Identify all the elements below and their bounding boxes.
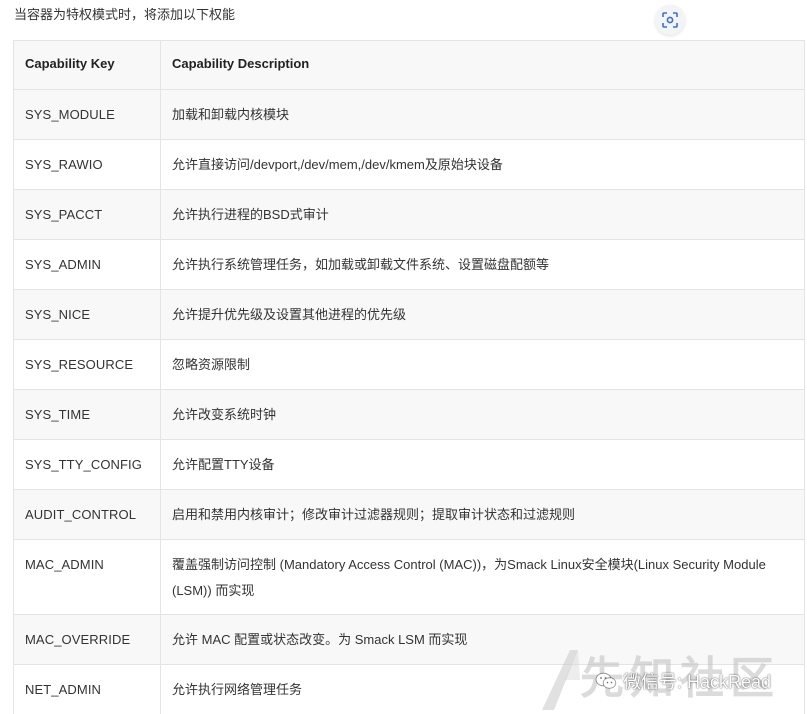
scan-button[interactable]	[655, 5, 685, 35]
capability-key: NET_ADMIN	[13, 664, 161, 714]
intro-text: 当容器为特权模式时，将添加以下权能	[14, 7, 236, 22]
capability-description: 允许直接访问/devport,/dev/mem,/dev/kmem及原始块设备	[160, 139, 805, 190]
capability-description: 忽略资源限制	[160, 339, 805, 390]
capability-key: SYS_MODULE	[13, 89, 161, 140]
capability-table: Capability Key Capability Description SY…	[13, 40, 805, 714]
scan-icon	[662, 12, 678, 28]
capability-key: SYS_ADMIN	[13, 239, 161, 290]
capability-key: SYS_TIME	[13, 389, 161, 440]
capability-description: 允许提升优先级及设置其他进程的优先级	[160, 289, 805, 340]
capability-description: 允许执行进程的BSD式审计	[160, 189, 805, 240]
header-capability-description: Capability Description	[160, 40, 805, 90]
capability-key: AUDIT_CONTROL	[13, 489, 161, 540]
table-row: SYS_TTY_CONFIG 允许配置TTY设备	[13, 439, 805, 490]
capability-key: SYS_TTY_CONFIG	[13, 439, 161, 490]
table-row: SYS_RAWIO 允许直接访问/devport,/dev/mem,/dev/k…	[13, 139, 805, 190]
table-row: AUDIT_CONTROL 启用和禁用内核审计；修改审计过滤器规则；提取审计状态…	[13, 489, 805, 540]
table-header-row: Capability Key Capability Description	[13, 40, 805, 90]
capability-key: SYS_PACCT	[13, 189, 161, 240]
table-row: SYS_RESOURCE 忽略资源限制	[13, 339, 805, 390]
table-row: NET_ADMIN 允许执行网络管理任务	[13, 664, 805, 714]
page: 当容器为特权模式时，将添加以下权能 Capability Key Capabil…	[0, 0, 807, 714]
table-row: SYS_MODULE 加载和卸载内核模块	[13, 89, 805, 140]
capability-description: 允许 MAC 配置或状态改变。为 Smack LSM 而实现	[160, 614, 805, 665]
capability-description: 允许执行系统管理任务，如加载或卸载文件系统、设置磁盘配额等	[160, 239, 805, 290]
table-row: SYS_PACCT 允许执行进程的BSD式审计	[13, 189, 805, 240]
capability-key: SYS_NICE	[13, 289, 161, 340]
capability-key: SYS_RAWIO	[13, 139, 161, 190]
table-row: MAC_OVERRIDE 允许 MAC 配置或状态改变。为 Smack LSM …	[13, 614, 805, 665]
table-row: SYS_NICE 允许提升优先级及设置其他进程的优先级	[13, 289, 805, 340]
capability-key: SYS_RESOURCE	[13, 339, 161, 390]
capability-description: 启用和禁用内核审计；修改审计过滤器规则；提取审计状态和过滤规则	[160, 489, 805, 540]
table-row: MAC_ADMIN 覆盖强制访问控制 (Mandatory Access Con…	[13, 539, 805, 615]
capability-key: MAC_ADMIN	[13, 539, 161, 615]
capability-description: 加载和卸载内核模块	[160, 89, 805, 140]
capability-description: 允许配置TTY设备	[160, 439, 805, 490]
table-row: SYS_ADMIN 允许执行系统管理任务，如加载或卸载文件系统、设置磁盘配额等	[13, 239, 805, 290]
capability-description: 允许执行网络管理任务	[160, 664, 805, 714]
header-capability-key: Capability Key	[13, 40, 161, 90]
capability-key: MAC_OVERRIDE	[13, 614, 161, 665]
capability-description: 覆盖强制访问控制 (Mandatory Access Control (MAC)…	[160, 539, 805, 615]
capability-description: 允许改变系统时钟	[160, 389, 805, 440]
table-row: SYS_TIME 允许改变系统时钟	[13, 389, 805, 440]
